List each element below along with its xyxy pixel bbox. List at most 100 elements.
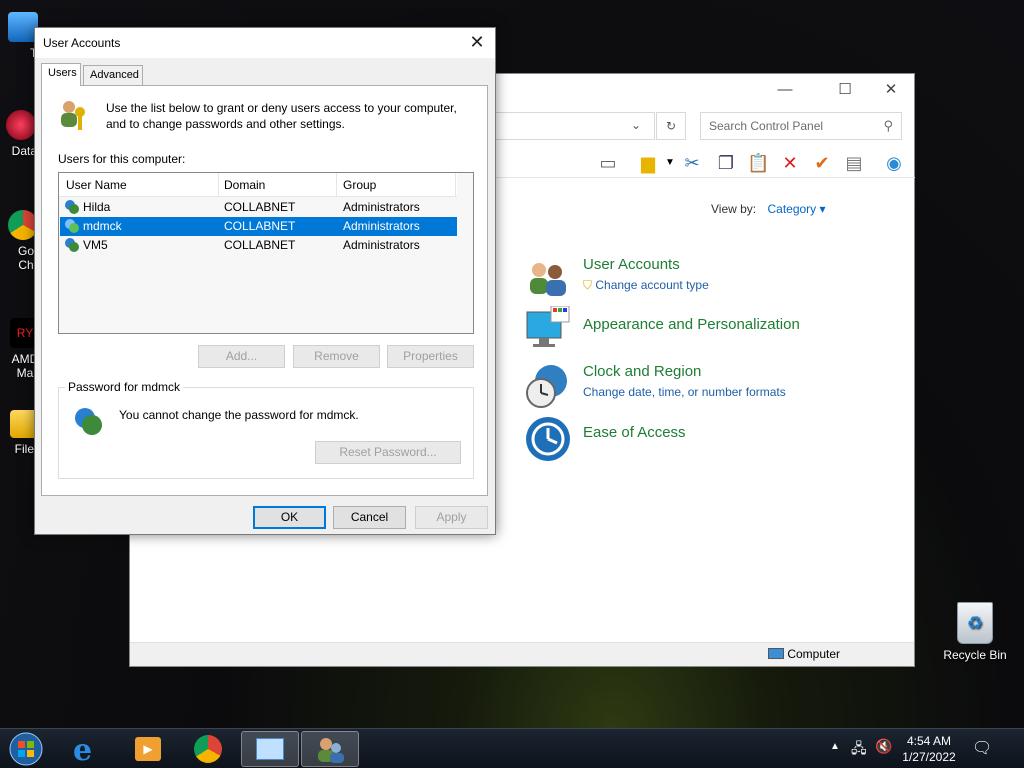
cancel-button[interactable]: Cancel — [333, 506, 406, 529]
view-by: View by: Category ▾ — [711, 202, 826, 216]
appearance-icon — [525, 305, 571, 352]
media-player-icon: ▶ — [135, 737, 161, 761]
user-accounts-dialog[interactable]: User Accounts ✕ Users Advanced Use the l… — [34, 27, 496, 535]
show-hidden-icons-icon[interactable]: ▲ — [830, 741, 840, 752]
layout-icon[interactable]: ▭ — [597, 152, 619, 174]
clock-region-icon — [525, 363, 571, 409]
view-by-label: View by: — [711, 202, 757, 216]
taskbar-media-player[interactable]: ▶ — [120, 731, 178, 767]
cell-group: Administrators — [343, 238, 420, 252]
shield-icon: ⛉ — [583, 278, 593, 292]
cell-domain: COLLABNET — [224, 200, 296, 214]
globe-icon[interactable]: ◉ — [883, 152, 905, 174]
column-header-group[interactable]: Group — [343, 178, 376, 192]
search-icon: ⚲ — [883, 118, 893, 133]
properties-button[interactable]: Properties — [387, 345, 474, 368]
category-title[interactable]: Appearance and Personalization — [583, 316, 800, 333]
toolbar: ▭ ▆ ▼ ✂ ❐ 📋 ✕ ✔ ▤ ◉ — [495, 148, 915, 178]
category-link[interactable]: Change date, time, or number formats — [583, 385, 786, 399]
add-user-button[interactable]: Add... — [198, 345, 285, 368]
cell-user-name: VM5 — [83, 238, 108, 252]
taskbar-internet-explorer[interactable]: e — [60, 731, 118, 768]
category-title[interactable]: User Accounts — [583, 256, 680, 273]
recycle-bin-icon: ♻ — [957, 602, 993, 644]
user-icon — [65, 219, 79, 233]
table-row[interactable]: Hilda COLLABNET Administrators — [60, 198, 457, 217]
category-title[interactable]: Clock and Region — [583, 363, 701, 380]
close-button[interactable]: ✕ — [876, 80, 906, 100]
category-title[interactable]: Ease of Access — [583, 424, 686, 441]
dialog-title: User Accounts — [43, 36, 121, 50]
cell-group: Administrators — [343, 219, 420, 233]
ease-of-access-icon — [525, 416, 571, 462]
password-group: Password for mdmck You cannot change the… — [58, 380, 474, 479]
action-center-icon[interactable]: 🗨 — [972, 738, 992, 758]
check-icon[interactable]: ✔ — [811, 152, 833, 174]
user-accounts-icon — [318, 738, 344, 763]
start-button[interactable] — [6, 731, 46, 767]
refresh-icon: ↻ — [665, 119, 677, 133]
taskbar: e ▶ ▲ 🖧 🔇 4:54 AM 1/27/2022 🗨 — [0, 728, 1024, 768]
taskbar-chrome[interactable] — [180, 731, 238, 767]
cell-domain: COLLABNET — [224, 238, 296, 252]
tab-advanced[interactable]: Advanced — [83, 65, 143, 86]
refresh-button[interactable]: ↻ — [656, 112, 686, 140]
maximize-button[interactable]: ☐ — [830, 80, 860, 100]
apply-button[interactable]: Apply — [415, 506, 488, 529]
clock-time: 4:54 AM — [906, 734, 952, 748]
status-bar: Computer — [130, 642, 914, 666]
user-accounts-icon — [525, 256, 571, 302]
cell-user-name: Hilda — [83, 200, 111, 214]
tab-users[interactable]: Users — [41, 63, 81, 86]
column-header-domain[interactable]: Domain — [224, 178, 265, 192]
computer-icon — [768, 648, 784, 659]
reset-password-button[interactable]: Reset Password... — [315, 441, 461, 464]
column-header-user-name[interactable]: User Name — [66, 178, 127, 192]
close-button[interactable]: ✕ — [465, 32, 489, 54]
user-icon — [65, 200, 79, 214]
cell-user-name: mdmck — [83, 219, 122, 233]
taskbar-control-panel[interactable] — [241, 731, 299, 767]
search-input[interactable]: Search Control Panel ⚲ — [700, 112, 902, 140]
copy-icon[interactable]: ❐ — [715, 152, 737, 174]
table-row-selected[interactable]: mdmck COLLABNET Administrators — [60, 217, 457, 236]
cut-icon[interactable]: ✂ — [681, 152, 703, 174]
taskbar-user-accounts[interactable] — [301, 731, 359, 767]
chevron-down-icon[interactable]: ⌄ — [631, 118, 641, 132]
info-text: Use the list below to grant or deny user… — [106, 101, 457, 131]
taskbar-clock[interactable]: 4:54 AM 1/27/2022 — [897, 733, 961, 765]
network-icon[interactable]: 🖧 — [851, 738, 867, 762]
user-icon — [75, 408, 102, 435]
volume-muted-icon[interactable]: 🔇 — [875, 738, 892, 755]
folder-icon[interactable]: ▆ — [637, 152, 659, 174]
address-bar[interactable]: ⌄ — [495, 112, 655, 140]
password-group-label: Password for mdmck — [65, 380, 184, 394]
users-label: Users for this computer: — [58, 152, 186, 166]
chevron-down-icon[interactable]: ▼ — [659, 152, 681, 174]
users-tab-panel: Use the list below to grant or deny user… — [41, 85, 488, 496]
category-link[interactable]: ⛉ Change account type — [583, 278, 709, 293]
cell-group: Administrators — [343, 200, 420, 214]
properties-icon[interactable]: ▤ — [843, 152, 865, 174]
ok-button[interactable]: OK — [253, 506, 326, 529]
users-keys-icon — [58, 98, 90, 135]
delete-icon[interactable]: ✕ — [779, 152, 801, 174]
google-chrome-icon — [194, 735, 222, 763]
control-panel-icon — [256, 738, 284, 760]
user-icon — [65, 238, 79, 252]
users-list[interactable]: User Name Domain Group Hilda COLLABNET A… — [58, 172, 474, 334]
dialog-titlebar[interactable]: User Accounts ✕ — [35, 28, 495, 58]
windows-start-icon — [9, 732, 43, 766]
paste-icon[interactable]: 📋 — [747, 152, 769, 174]
remove-user-button[interactable]: Remove — [293, 345, 380, 368]
password-text: You cannot change the password for mdmck… — [119, 408, 359, 422]
status-computer: Computer — [768, 647, 840, 661]
table-row[interactable]: VM5 COLLABNET Administrators — [60, 236, 457, 255]
minimize-button[interactable]: — — [770, 80, 800, 100]
desktop-icon-recycle-bin[interactable]: ♻ Recycle Bin — [940, 602, 1010, 662]
clock-date: 1/27/2022 — [902, 750, 956, 764]
view-by-dropdown[interactable]: Category ▾ — [767, 202, 825, 216]
desktop-icon-label: Recycle Bin — [943, 648, 1007, 662]
datawedge-icon — [6, 110, 36, 140]
desktop-icon-label: Go Ch — [17, 244, 34, 272]
